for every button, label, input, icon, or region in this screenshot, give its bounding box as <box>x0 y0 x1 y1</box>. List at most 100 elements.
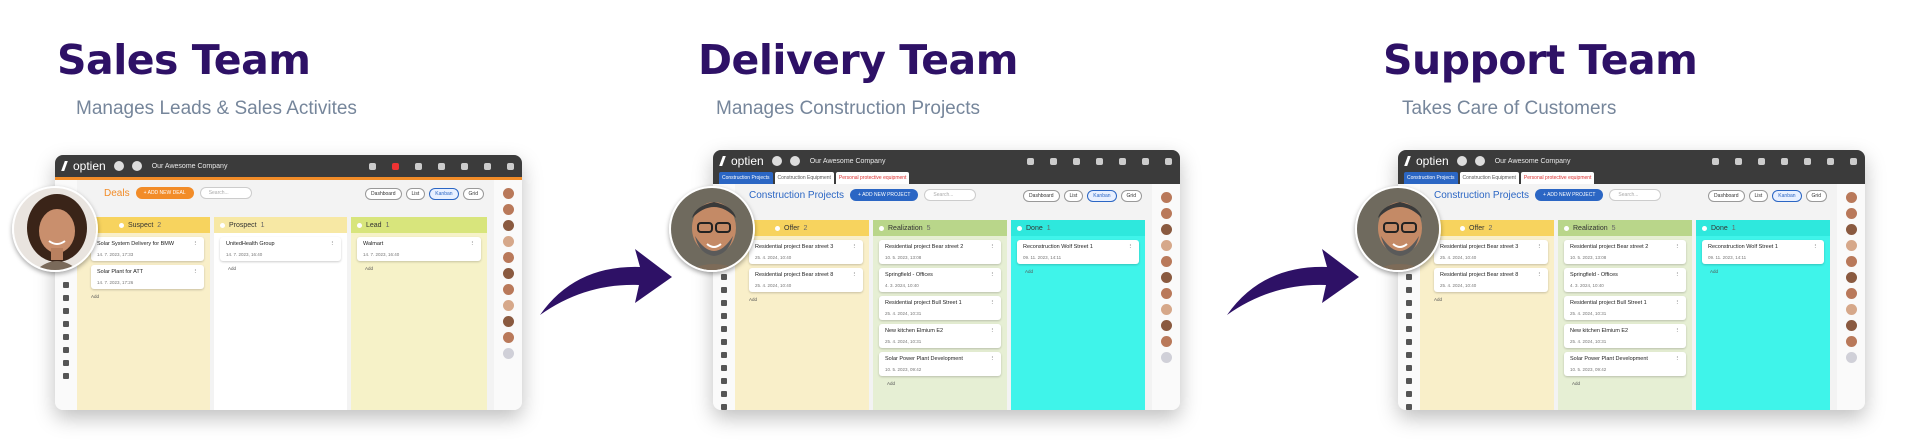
avatar[interactable] <box>1845 336 1857 347</box>
project-card[interactable]: Springfield - Offices ⋮ 4. 3. 2024, 10:40 <box>1564 268 1686 292</box>
gear-icon[interactable] <box>1406 313 1412 319</box>
add-card-link[interactable]: Add <box>887 381 1007 386</box>
add-card-link[interactable]: Add <box>1025 269 1145 274</box>
avatar[interactable] <box>1160 320 1172 331</box>
tab-construction-equipment[interactable]: Construction Equipment <box>774 172 834 184</box>
avatar[interactable] <box>502 316 514 327</box>
project-card[interactable]: Residential project Bear street 2 ⋮ 10. 5.… <box>1564 240 1686 264</box>
tag-icon[interactable] <box>63 373 69 379</box>
avatar[interactable] <box>502 332 514 343</box>
user-icon[interactable] <box>721 339 727 345</box>
expand-icon[interactable] <box>1850 157 1857 165</box>
column-header[interactable]: Lead 1 <box>351 217 487 233</box>
avatar[interactable] <box>1160 304 1172 315</box>
file-icon[interactable] <box>1406 352 1412 358</box>
tool-icon[interactable] <box>1406 378 1412 384</box>
tab-construction-equipment[interactable]: Construction Equipment <box>1459 172 1519 184</box>
gear-icon[interactable] <box>1119 157 1126 165</box>
project-card[interactable]: Residential project Bear street 3 ⋮ 25. 4.… <box>1434 240 1548 264</box>
logout-icon[interactable] <box>1142 157 1149 165</box>
chat-icon[interactable] <box>415 162 422 170</box>
pin-icon[interactable] <box>1406 300 1412 306</box>
project-card[interactable]: Residential project Bull Street 1 ⋮ 25. 4.… <box>879 296 1001 320</box>
app-logo[interactable]: optien <box>719 154 764 168</box>
search-icon[interactable] <box>1027 157 1034 165</box>
doc-icon[interactable] <box>721 326 727 332</box>
add-project-button[interactable]: + ADD NEW PROJECT <box>850 189 919 201</box>
user-icon[interactable] <box>1406 339 1412 345</box>
box-icon[interactable] <box>1406 391 1412 397</box>
tool-icon[interactable] <box>721 378 727 384</box>
view-kanban[interactable]: Kanban <box>1772 190 1802 202</box>
chat-icon[interactable] <box>1758 157 1765 165</box>
add-card-link[interactable]: Add <box>1572 381 1692 386</box>
view-grid[interactable]: Grid <box>462 188 484 200</box>
logout-icon[interactable] <box>484 162 491 170</box>
app-logo[interactable]: optien <box>1404 154 1449 168</box>
doc-icon[interactable] <box>1406 326 1412 332</box>
project-card[interactable]: New kitchen Elmium E2 ⋮ 25. 4. 2024, 10:31 <box>879 324 1001 348</box>
avatar[interactable] <box>502 220 514 231</box>
avatar[interactable] <box>1845 256 1857 267</box>
deal-card[interactable]: Solar System Delivery for BMW ⋮ 14. 7. 202… <box>91 237 204 261</box>
avatar[interactable] <box>1160 256 1172 267</box>
settings-icon[interactable] <box>789 156 800 166</box>
project-card[interactable]: Residential project Bear street 2 ⋮ 10. 5.… <box>879 240 1001 264</box>
star-icon[interactable] <box>721 274 727 280</box>
view-grid[interactable]: Grid <box>1120 190 1142 202</box>
list-icon[interactable] <box>1406 287 1412 293</box>
deal-card[interactable]: Solar Plant for ATT ⋮ 14. 7. 2023, 17:26 <box>91 265 204 289</box>
deal-card[interactable]: UnitedHealth Group ⋮ 14. 7. 2023, 16:40 <box>220 237 341 261</box>
avatar[interactable] <box>1845 320 1857 331</box>
settings-icon[interactable] <box>1474 156 1485 166</box>
tab-construction-projects[interactable]: Construction Projects <box>1404 172 1458 184</box>
chart-icon[interactable] <box>721 404 727 410</box>
add-card-link[interactable]: Add <box>91 294 210 299</box>
avatar[interactable] <box>1160 240 1172 251</box>
gear-icon[interactable] <box>461 162 468 170</box>
avatar[interactable] <box>1160 208 1172 219</box>
view-dashboard[interactable]: Dashboard <box>1023 190 1060 202</box>
avatar[interactable] <box>1845 208 1857 219</box>
project-card[interactable]: New kitchen Elmium E2 ⋮ 25. 4. 2024, 10:31 <box>1564 324 1686 348</box>
avatar[interactable] <box>1160 224 1172 235</box>
add-project-button[interactable]: + ADD NEW PROJECT <box>1535 189 1604 201</box>
avatar[interactable] <box>1845 304 1857 315</box>
star-icon[interactable] <box>1406 274 1412 280</box>
search-input[interactable]: Search... <box>924 189 977 201</box>
avatar-placeholder[interactable] <box>1845 352 1857 363</box>
search-icon[interactable] <box>369 162 376 170</box>
column-header[interactable]: Done 1 <box>1696 220 1830 236</box>
home-icon[interactable] <box>113 161 124 171</box>
add-card-link[interactable]: Add <box>365 266 487 271</box>
avatar[interactable] <box>1845 272 1857 283</box>
gear-icon[interactable] <box>63 321 69 327</box>
chat-icon[interactable] <box>1073 157 1080 165</box>
tag-icon[interactable] <box>1406 365 1412 371</box>
settings-icon[interactable] <box>131 161 142 171</box>
project-card[interactable]: Solar Power Plant Development ⋮ 10. 5. 202… <box>879 352 1001 376</box>
project-card[interactable]: Reconstruction Wolf Street 1 ⋮ 09. 11. 202… <box>1017 240 1139 264</box>
avatar-placeholder[interactable] <box>1160 352 1172 363</box>
home-icon[interactable] <box>1456 156 1467 166</box>
tag-icon[interactable] <box>721 365 727 371</box>
phone-icon[interactable] <box>1096 157 1103 165</box>
avatar[interactable] <box>502 268 514 279</box>
view-kanban[interactable]: Kanban <box>429 188 459 200</box>
avatar-placeholder[interactable] <box>502 348 514 359</box>
view-list[interactable]: List <box>1063 190 1084 202</box>
expand-icon[interactable] <box>1165 157 1172 165</box>
logout-icon[interactable] <box>1827 157 1834 165</box>
avatar[interactable] <box>1160 288 1172 299</box>
add-card-link[interactable]: Add <box>1710 269 1830 274</box>
add-deal-button[interactable]: + ADD NEW DEAL <box>135 187 194 199</box>
avatar[interactable] <box>502 300 514 311</box>
doc-icon[interactable] <box>63 334 69 340</box>
add-card-link[interactable]: Add <box>1434 297 1554 302</box>
avatar[interactable] <box>502 204 514 215</box>
avatar[interactable] <box>502 284 514 295</box>
search-input[interactable]: Search... <box>199 187 252 199</box>
project-card[interactable]: Residential project Bear street 8 ⋮ 25. 4.… <box>749 268 863 292</box>
column-header[interactable]: Realization 5 <box>873 220 1007 236</box>
notification-icon[interactable] <box>1735 157 1742 165</box>
